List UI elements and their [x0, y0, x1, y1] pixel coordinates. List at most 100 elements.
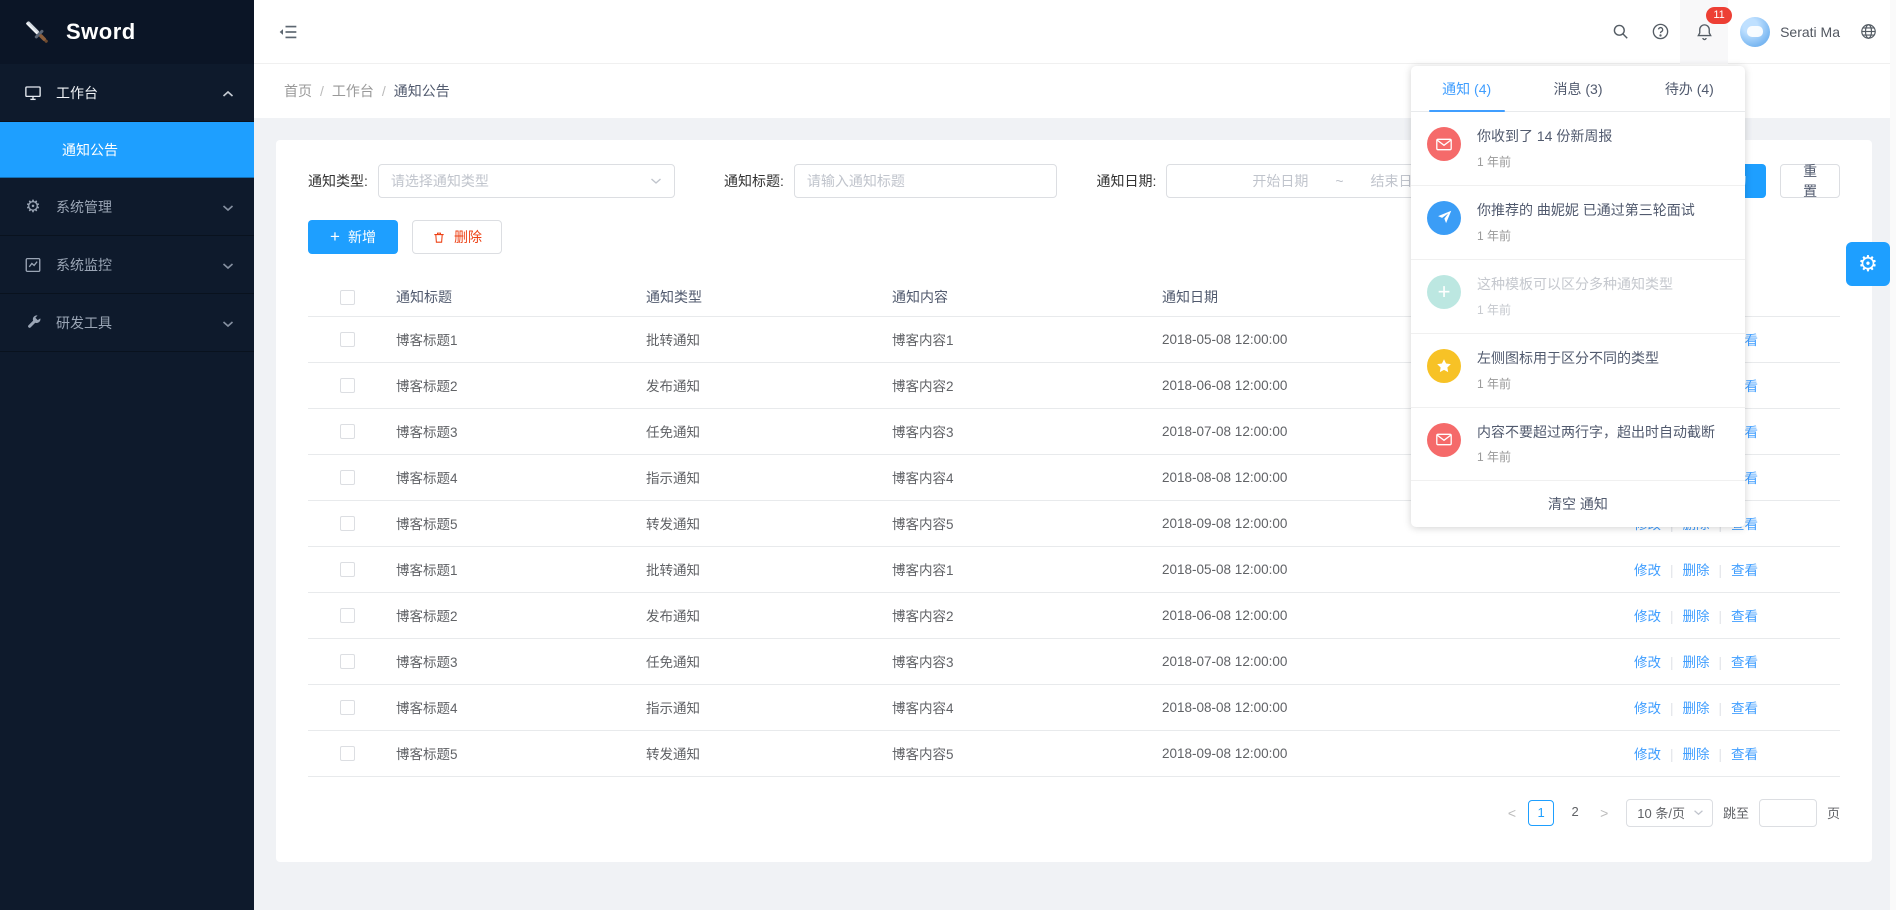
row-checkbox[interactable] — [340, 332, 355, 347]
cell-type: 发布通知 — [630, 362, 876, 408]
pagination: < 1 2 > 10 条/页 跳至 页 — [308, 799, 1840, 827]
page-2-button[interactable]: 2 — [1562, 800, 1588, 826]
row-checkbox[interactable] — [340, 654, 355, 669]
row-checkbox[interactable] — [340, 562, 355, 577]
action-divider: | — [1670, 747, 1674, 762]
delete-link[interactable]: 删除 — [1683, 609, 1710, 624]
row-checkbox[interactable] — [340, 470, 355, 485]
delete-link[interactable]: 删除 — [1683, 655, 1710, 670]
next-page-button[interactable]: > — [1600, 805, 1608, 821]
sidebar-item-workbench[interactable]: 工作台 — [0, 64, 254, 122]
plus-icon: + — [1427, 275, 1461, 309]
reset-button[interactable]: 重 置 — [1780, 164, 1840, 198]
delete-button[interactable]: 删除 — [412, 220, 502, 254]
notification-item[interactable]: 左侧图标用于区分不同的类型 1 年前 — [1411, 334, 1745, 408]
notification-item[interactable]: + 这种模板可以区分多种通知类型 1 年前 — [1411, 260, 1745, 334]
view-link[interactable]: 查看 — [1731, 563, 1758, 578]
cell-content: 博客内容4 — [876, 684, 1146, 730]
select-all-checkbox[interactable] — [340, 290, 355, 305]
desktop-icon — [24, 84, 42, 102]
action-divider: | — [1719, 701, 1723, 716]
table-row: 博客标题2 发布通知 博客内容2 2018-06-08 12:00:00 修改|… — [308, 592, 1840, 638]
user-menu[interactable]: Serati Ma — [1740, 17, 1840, 47]
cell-title: 博客标题3 — [380, 408, 630, 454]
jump-to-label: 跳至 — [1723, 803, 1749, 822]
collapse-sidebar-icon[interactable] — [278, 22, 298, 42]
notification-title: 这种模板可以区分多种通知类型 — [1477, 275, 1673, 294]
notification-title: 你推荐的 曲妮妮 已通过第三轮面试 — [1477, 201, 1695, 220]
chevron-down-icon — [1693, 809, 1704, 816]
row-checkbox[interactable] — [340, 746, 355, 761]
view-link[interactable]: 查看 — [1731, 655, 1758, 670]
cell-content: 博客内容4 — [876, 454, 1146, 500]
clear-notifications-button[interactable]: 清空 通知 — [1411, 481, 1745, 527]
tab-notifications[interactable]: 通知 (4) — [1411, 66, 1522, 111]
row-checkbox[interactable] — [340, 516, 355, 531]
scrollbar[interactable] — [1890, 0, 1896, 910]
username: Serati Ma — [1780, 24, 1840, 40]
notice-type-select[interactable]: 请选择通知类型 — [378, 164, 675, 198]
edit-link[interactable]: 修改 — [1634, 747, 1661, 762]
notification-item[interactable]: 你收到了 14 份新周报 1 年前 — [1411, 112, 1745, 186]
help-icon[interactable] — [1640, 0, 1680, 64]
notification-item[interactable]: 内容不要超过两行字，超出时自动截断 1 年前 — [1411, 408, 1745, 482]
cell-content: 博客内容1 — [876, 316, 1146, 362]
delete-link[interactable]: 删除 — [1683, 701, 1710, 716]
table-row: 博客标题1 批转通知 博客内容1 2018-05-08 12:00:00 修改|… — [308, 546, 1840, 592]
view-link[interactable]: 查看 — [1731, 747, 1758, 762]
logo[interactable]: Sword — [0, 0, 254, 64]
notifications-bell[interactable]: 11 — [1680, 0, 1728, 64]
cell-content: 博客内容3 — [876, 638, 1146, 684]
bell-icon — [1695, 22, 1714, 42]
jump-to-input[interactable] — [1759, 799, 1817, 827]
gear-icon: ⚙ — [1858, 251, 1878, 277]
cell-title: 博客标题4 — [380, 684, 630, 730]
row-checkbox[interactable] — [340, 424, 355, 439]
sidebar-item-notice[interactable]: 通知公告 — [0, 122, 254, 178]
notification-list: 你收到了 14 份新周报 1 年前 你推荐的 曲妮妮 已通过第三轮面试 1 年前… — [1411, 112, 1745, 481]
cell-title: 博客标题1 — [380, 316, 630, 362]
view-link[interactable]: 查看 — [1731, 701, 1758, 716]
search-icon[interactable] — [1600, 0, 1640, 64]
app-title: Sword — [66, 19, 136, 45]
page-size-select[interactable]: 10 条/页 — [1626, 799, 1713, 827]
edit-link[interactable]: 修改 — [1634, 701, 1661, 716]
action-divider: | — [1670, 609, 1674, 624]
notice-title-input[interactable]: 请输入通知标题 — [794, 164, 1057, 198]
breadcrumb-home[interactable]: 首页 — [284, 81, 312, 101]
edit-link[interactable]: 修改 — [1634, 655, 1661, 670]
mail-icon — [1427, 127, 1461, 161]
prev-page-button[interactable]: < — [1508, 805, 1516, 821]
language-globe-icon[interactable] — [1846, 0, 1890, 64]
tab-messages[interactable]: 消息 (3) — [1522, 66, 1633, 111]
column-header-content: 通知内容 — [876, 278, 1146, 316]
view-link[interactable]: 查看 — [1731, 609, 1758, 624]
delete-link[interactable]: 删除 — [1683, 747, 1710, 762]
avatar — [1740, 17, 1770, 47]
action-divider: | — [1670, 701, 1674, 716]
action-divider: | — [1719, 747, 1723, 762]
notification-dropdown: 通知 (4) 消息 (3) 待办 (4) 你收到了 14 份新周报 1 年前 你… — [1411, 66, 1745, 527]
sidebar-item-dev-tools[interactable]: 研发工具 — [0, 294, 254, 352]
sidebar-item-system-manage[interactable]: ⚙ 系统管理 — [0, 178, 254, 236]
row-checkbox[interactable] — [340, 378, 355, 393]
page-1-button[interactable]: 1 — [1528, 800, 1554, 826]
cell-type: 发布通知 — [630, 592, 876, 638]
notice-type-label: 通知类型: — [308, 171, 368, 191]
settings-button[interactable]: ⚙ — [1846, 242, 1890, 286]
delete-link[interactable]: 删除 — [1683, 563, 1710, 578]
table-row: 博客标题5 转发通知 博客内容5 2018-09-08 12:00:00 修改|… — [308, 730, 1840, 776]
sidebar-item-system-monitor[interactable]: 系统监控 — [0, 236, 254, 294]
tab-todos[interactable]: 待办 (4) — [1634, 66, 1745, 111]
breadcrumb-current: 通知公告 — [394, 81, 450, 101]
row-checkbox[interactable] — [340, 608, 355, 623]
edit-link[interactable]: 修改 — [1634, 563, 1661, 578]
action-divider: | — [1719, 609, 1723, 624]
cell-date: 2018-09-08 12:00:00 — [1146, 730, 1556, 776]
breadcrumb-workbench[interactable]: 工作台 — [332, 81, 374, 101]
add-button[interactable]: + 新增 — [308, 220, 398, 254]
page: Sword 工作台 通知公告 ⚙ 系统管理 — [0, 0, 1896, 910]
notification-item[interactable]: 你推荐的 曲妮妮 已通过第三轮面试 1 年前 — [1411, 186, 1745, 260]
edit-link[interactable]: 修改 — [1634, 609, 1661, 624]
row-checkbox[interactable] — [340, 700, 355, 715]
